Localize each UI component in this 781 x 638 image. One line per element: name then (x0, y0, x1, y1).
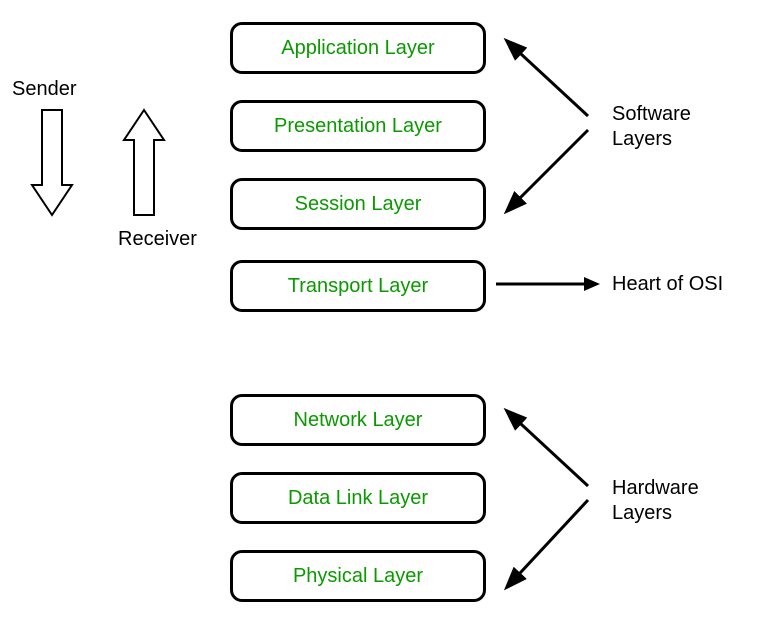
software-bracket-icon (490, 30, 620, 230)
hardware-layers-label: Hardware Layers (612, 476, 699, 526)
text-line: Layers (612, 128, 672, 150)
receiver-label: Receiver (118, 228, 197, 251)
up-arrow-icon (124, 110, 164, 215)
osi-diagram: Application Layer Presentation Layer Ses… (0, 0, 781, 638)
layer-presentation: Presentation Layer (230, 100, 486, 152)
layer-network: Network Layer (230, 394, 486, 446)
layer-transport: Transport Layer (230, 260, 486, 312)
layer-label: Transport Layer (288, 275, 428, 298)
layer-datalink: Data Link Layer (230, 472, 486, 524)
sender-label: Sender (12, 78, 77, 101)
layer-label: Session Layer (295, 193, 422, 216)
layer-label: Data Link Layer (288, 487, 428, 510)
layer-physical: Physical Layer (230, 550, 486, 602)
layer-label: Presentation Layer (274, 115, 442, 138)
layer-application: Application Layer (230, 22, 486, 74)
text-line: Software (612, 103, 691, 125)
layer-label: Physical Layer (293, 565, 423, 588)
heart-arrow-icon (490, 272, 610, 296)
layer-session: Session Layer (230, 178, 486, 230)
down-arrow-icon (32, 110, 72, 215)
text-line: Layers (612, 502, 672, 524)
heart-of-osi-label: Heart of OSI (612, 272, 723, 297)
software-layers-label: Software Layers (612, 102, 691, 152)
hardware-bracket-icon (490, 400, 620, 610)
layer-label: Network Layer (294, 409, 423, 432)
layer-label: Application Layer (281, 37, 434, 60)
text-line: Hardware (612, 477, 699, 499)
